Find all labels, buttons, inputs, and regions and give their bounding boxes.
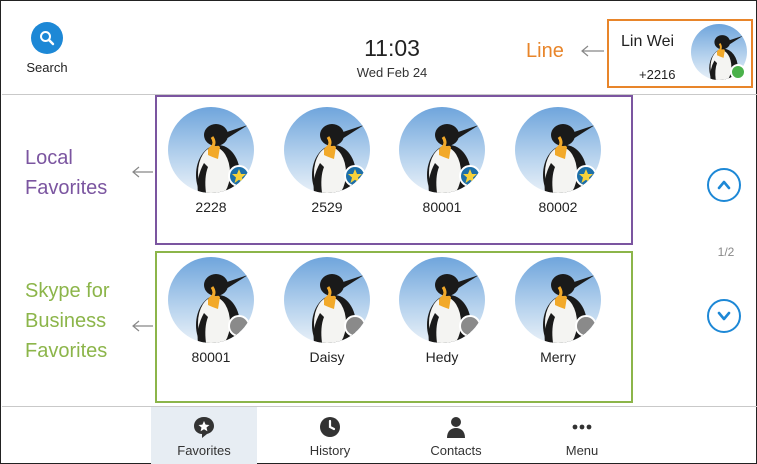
history-clock-icon — [320, 417, 340, 437]
tab-history-label: History — [309, 443, 351, 458]
tab-contacts[interactable]: Contacts — [403, 407, 509, 464]
skype-favorites-callout-line3: Favorites — [25, 340, 108, 362]
contact-avatar — [399, 257, 485, 343]
chevron-down-icon — [717, 311, 731, 321]
callout-arrow-icon — [581, 45, 604, 57]
favorites-icon — [194, 417, 214, 438]
search-label: Search — [26, 60, 68, 75]
clock-date: Wed Feb 24 — [356, 65, 428, 80]
star-icon — [228, 165, 250, 187]
contact-label: 80001 — [422, 199, 462, 215]
tab-menu[interactable]: Menu — [529, 407, 635, 464]
skype-favorite-contact[interactable]: Hedy — [392, 257, 492, 365]
offline-status-icon — [459, 315, 481, 337]
clock-time: 11:03 — [364, 35, 420, 61]
tab-contacts-label: Contacts — [430, 443, 482, 458]
tab-favorites[interactable]: Favorites — [151, 407, 257, 464]
offline-status-icon — [575, 315, 597, 337]
skype-favorites-callout-line1: Skype for — [25, 280, 110, 302]
skype-favorite-contact[interactable]: Daisy — [277, 257, 377, 365]
contact-label: 80002 — [538, 199, 578, 215]
contact-avatar — [168, 257, 254, 343]
contact-avatar — [515, 107, 601, 193]
search-button[interactable]: Search — [22, 22, 72, 92]
line-account-name: Lin Wei — [621, 33, 675, 50]
skype-favorite-contact[interactable]: Merry — [508, 257, 608, 365]
phone-screen: Search 11:03 Wed Feb 24 Line Lin Wei +22… — [0, 0, 757, 464]
local-favorites-callout-line1: Local — [25, 147, 73, 169]
contact-label: Daisy — [309, 349, 345, 365]
local-favorite-contact[interactable]: 80001 — [392, 107, 492, 215]
contact-avatar — [515, 257, 601, 343]
star-icon — [344, 165, 366, 187]
contact-label: 2529 — [311, 199, 343, 215]
line-extension: +2216 — [639, 67, 676, 82]
line-key[interactable]: Lin Wei +2216 — [607, 19, 753, 88]
contact-avatar — [284, 107, 370, 193]
search-icon[interactable] — [31, 22, 63, 54]
star-icon — [459, 165, 481, 187]
skype-favorites-callout-line2: Business — [25, 310, 107, 332]
callout-arrow-icon — [132, 320, 153, 332]
tab-menu-label: Menu — [565, 443, 599, 458]
contact-label: 80001 — [191, 349, 231, 365]
offline-status-icon — [344, 315, 366, 337]
skype-favorites-callout: Skype for Business Favorites — [25, 276, 109, 366]
local-favorite-contact[interactable]: 2228 — [161, 107, 261, 215]
skype-favorite-contact[interactable]: 80001 — [161, 257, 261, 365]
contact-label: Hedy — [425, 349, 459, 365]
tab-history[interactable]: History — [277, 407, 383, 464]
local-favorite-contact[interactable]: 80002 — [508, 107, 608, 215]
softkey-bar: Favorites History Contacts Menu — [2, 406, 757, 464]
local-favorite-contact[interactable]: 2529 — [277, 107, 377, 215]
status-header: Search 11:03 Wed Feb 24 Line Lin Wei +22… — [2, 2, 757, 95]
star-icon — [575, 165, 597, 187]
contact-avatar — [168, 107, 254, 193]
menu-dots-icon — [572, 424, 592, 430]
contact-label: 2228 — [195, 199, 227, 215]
page-down-button[interactable] — [707, 299, 741, 333]
offline-status-icon — [228, 315, 250, 337]
page-up-button[interactable] — [707, 168, 741, 202]
callout-arrow-icon — [132, 166, 153, 178]
page-indicator: 1/2 — [717, 245, 735, 259]
local-favorites-callout-line2: Favorites — [25, 177, 108, 199]
chevron-up-icon — [717, 180, 731, 190]
online-status-icon — [730, 64, 746, 80]
tab-favorites-label: Favorites — [177, 443, 231, 458]
clock: 11:03 Wed Feb 24 — [302, 35, 482, 80]
line-callout-label: Line — [526, 40, 564, 62]
local-favorites-callout: Local Favorites — [25, 143, 107, 203]
contact-label: Merry — [540, 349, 576, 365]
contact-avatar — [284, 257, 370, 343]
contact-avatar — [399, 107, 485, 193]
contacts-person-icon — [447, 417, 465, 438]
